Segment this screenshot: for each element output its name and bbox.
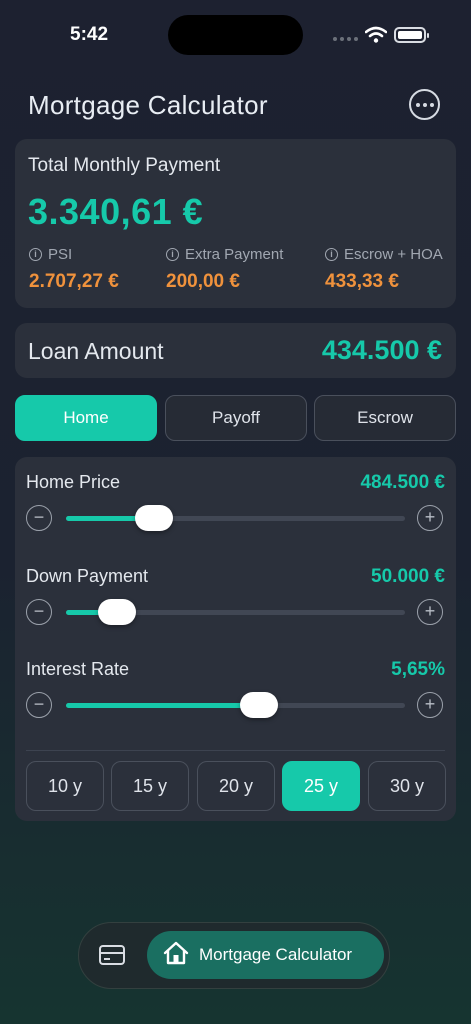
slider-thumb[interactable] [135, 505, 174, 531]
home-price-slider[interactable] [66, 505, 405, 531]
decrement-interest-rate-button[interactable]: − [26, 692, 52, 718]
psi-value: 2.707,27 € [29, 271, 119, 292]
escrow-hoa-label: Escrow + HOA [344, 246, 443, 263]
total-monthly-value: 3.340,61 € [28, 191, 204, 232]
increment-home-price-button[interactable]: + [417, 505, 443, 531]
home-inputs-card: Home Price 484.500 € − + Down Payment 50… [15, 457, 456, 821]
term-15y-button[interactable]: 15 y [111, 761, 189, 811]
credit-card-icon[interactable] [99, 945, 125, 965]
term-25y-button[interactable]: 25 y [282, 761, 360, 811]
dynamic-island [168, 15, 303, 55]
slider-thumb[interactable] [97, 599, 136, 625]
house-icon [163, 941, 189, 970]
divider [26, 750, 445, 751]
nav-item-label: Mortgage Calculator [199, 945, 353, 964]
nav-item-mortgage-calculator[interactable]: Mortgage Calculator [147, 931, 384, 979]
decrement-home-price-button[interactable]: − [26, 505, 52, 531]
term-10y-button[interactable]: 10 y [26, 761, 104, 811]
info-icon[interactable]: i [166, 248, 179, 261]
interest-rate-slider[interactable] [66, 692, 405, 718]
ellipsis-circle-icon[interactable] [409, 89, 440, 120]
bottom-nav: Mortgage Calculator [78, 922, 390, 989]
loan-amount-card: Loan Amount 434.500 € [15, 323, 456, 378]
wifi-icon [364, 26, 388, 48]
info-icon[interactable]: i [29, 248, 42, 261]
extra-payment-label: Extra Payment [185, 246, 284, 263]
interest-rate-label: Interest Rate [26, 659, 130, 679]
escrow-hoa-value: 433,33 € [325, 271, 399, 292]
psi-summary: i PSI 2.707,27 € [29, 246, 119, 293]
extra-payment-value: 200,00 € [166, 271, 240, 292]
status-time: 5:42 [70, 24, 109, 45]
tab-payoff[interactable]: Payoff [165, 395, 307, 441]
info-icon[interactable]: i [325, 248, 338, 261]
decrement-down-payment-button[interactable]: − [26, 599, 52, 625]
down-payment-value: 50.000 € [371, 566, 445, 587]
term-20y-button[interactable]: 20 y [197, 761, 275, 811]
extra-payment-summary: i Extra Payment 200,00 € [166, 246, 283, 293]
psi-label: PSI [48, 246, 73, 263]
increment-interest-rate-button[interactable]: + [417, 692, 443, 718]
slider-thumb[interactable] [240, 692, 279, 718]
interest-rate-value: 5,65% [391, 659, 445, 680]
home-price-label: Home Price [26, 472, 121, 492]
tab-escrow[interactable]: Escrow [314, 395, 456, 441]
increment-down-payment-button[interactable]: + [417, 599, 443, 625]
monthly-payment-card: Total Monthly Payment 3.340,61 € i PSI 2.… [15, 139, 456, 308]
term-30y-button[interactable]: 30 y [368, 761, 446, 811]
loan-amount-label: Loan Amount [28, 338, 164, 364]
down-payment-slider[interactable] [66, 599, 405, 625]
home-price-value: 484.500 € [360, 472, 445, 493]
total-monthly-label: Total Monthly Payment [28, 155, 221, 176]
escrow-hoa-summary: i Escrow + HOA 433,33 € [325, 246, 443, 293]
battery-icon [394, 27, 429, 43]
status-bar: 5:42 [0, 0, 471, 70]
tab-home[interactable]: Home [15, 395, 157, 441]
loan-amount-value: 434.500 € [321, 335, 442, 365]
down-payment-label: Down Payment [26, 566, 149, 586]
page-title: Mortgage Calculator [28, 90, 268, 120]
cellular-signal-icon [333, 37, 358, 41]
